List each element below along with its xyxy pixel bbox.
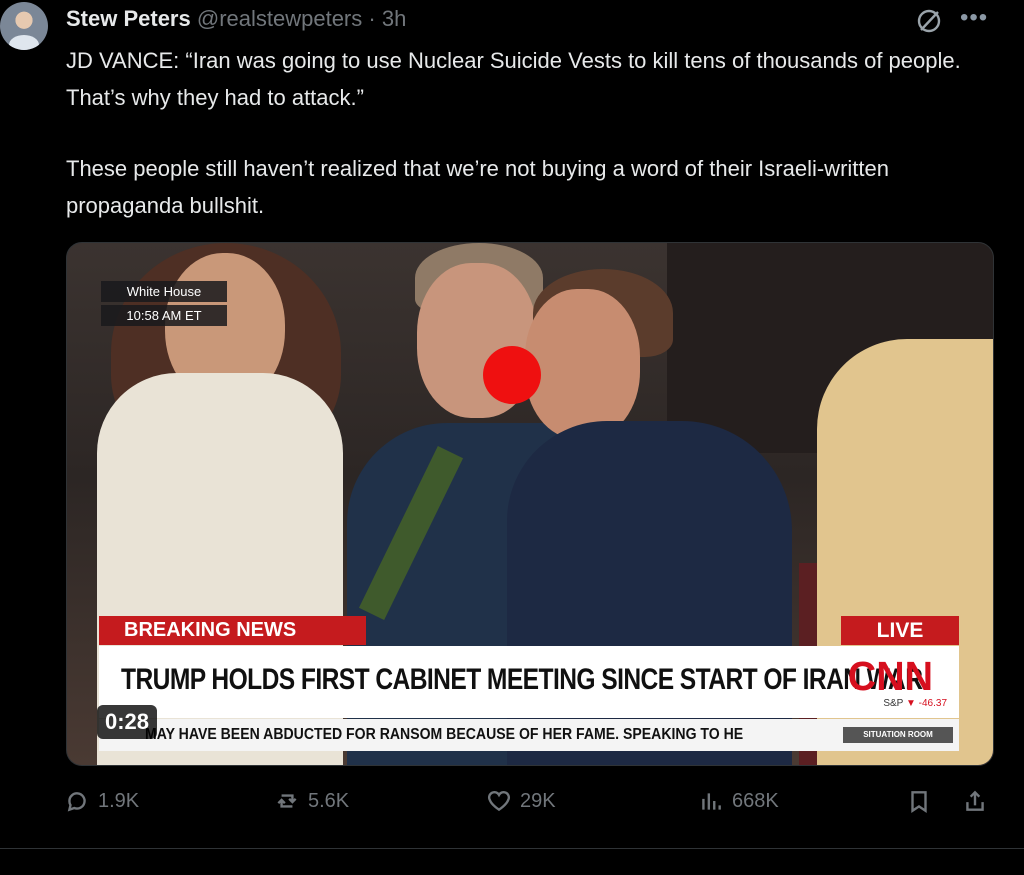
author-handle[interactable]: @realstewpeters	[197, 6, 362, 31]
author-name[interactable]: Stew Peters	[66, 6, 191, 31]
ticker-text: MAY HAVE BEEN ABDUCTED FOR RANSOM BECAUS…	[145, 726, 744, 743]
view-count: 668K	[732, 789, 779, 812]
grok-icon[interactable]	[914, 6, 944, 36]
news-headline: TRUMP HOLDS FIRST CABINET MEETING SINCE …	[121, 663, 923, 696]
cnn-logo: CNN	[847, 653, 934, 699]
red-dot-marker	[483, 346, 541, 404]
more-icon[interactable]: •••	[960, 4, 988, 32]
header-separator: ·	[368, 6, 376, 31]
video-player[interactable]: White House 10:58 AM ET BREAKING NEWS LI…	[66, 242, 994, 766]
post-header: Stew Peters @realstewpeters · 3h	[66, 6, 406, 32]
views-button[interactable]: 668K	[698, 788, 779, 814]
market-change: ▼ -46.37	[905, 698, 947, 709]
post-paragraph-2: These people still haven’t realized that…	[66, 156, 889, 218]
repost-button[interactable]: 5.6K	[274, 788, 349, 814]
video-time-label: 10:58 AM ET	[101, 305, 227, 326]
market-indicator: S&P ▼ -46.37	[883, 698, 947, 709]
like-icon	[488, 791, 510, 812]
news-ticker: MAY HAVE BEEN ABDUCTED FOR RANSOM BECAUS…	[99, 719, 959, 751]
share-button[interactable]	[962, 788, 988, 814]
reply-button[interactable]: 1.9K	[64, 788, 139, 814]
news-headline-bar: TRUMP HOLDS FIRST CABINET MEETING SINCE …	[99, 646, 959, 718]
reply-count: 1.9K	[98, 789, 140, 812]
reply-icon	[67, 792, 86, 812]
video-location-label: White House	[101, 281, 227, 302]
views-icon	[702, 793, 721, 810]
post-text: JD VANCE: “Iran was going to use Nuclear…	[66, 42, 966, 224]
repost-icon	[277, 794, 297, 808]
bookmark-button[interactable]	[906, 788, 932, 814]
author-avatar[interactable]	[0, 2, 48, 50]
like-count: 29K	[520, 789, 556, 812]
breaking-news-label: BREAKING NEWS	[99, 616, 366, 645]
post-divider	[0, 848, 1024, 849]
program-badge: SITUATION ROOM	[843, 727, 953, 743]
post-actions: 1.9K 5.6K 29K 668K	[64, 788, 994, 828]
post-time[interactable]: 3h	[382, 6, 406, 31]
live-label: LIVE	[841, 616, 959, 645]
post-paragraph-1: JD VANCE: “Iran was going to use Nuclear…	[66, 48, 961, 110]
market-label: S&P	[883, 698, 904, 709]
bookmark-icon	[911, 791, 927, 813]
share-icon	[966, 790, 984, 811]
video-duration: 0:28	[97, 705, 158, 739]
repost-count: 5.6K	[308, 789, 350, 812]
like-button[interactable]: 29K	[486, 788, 556, 814]
